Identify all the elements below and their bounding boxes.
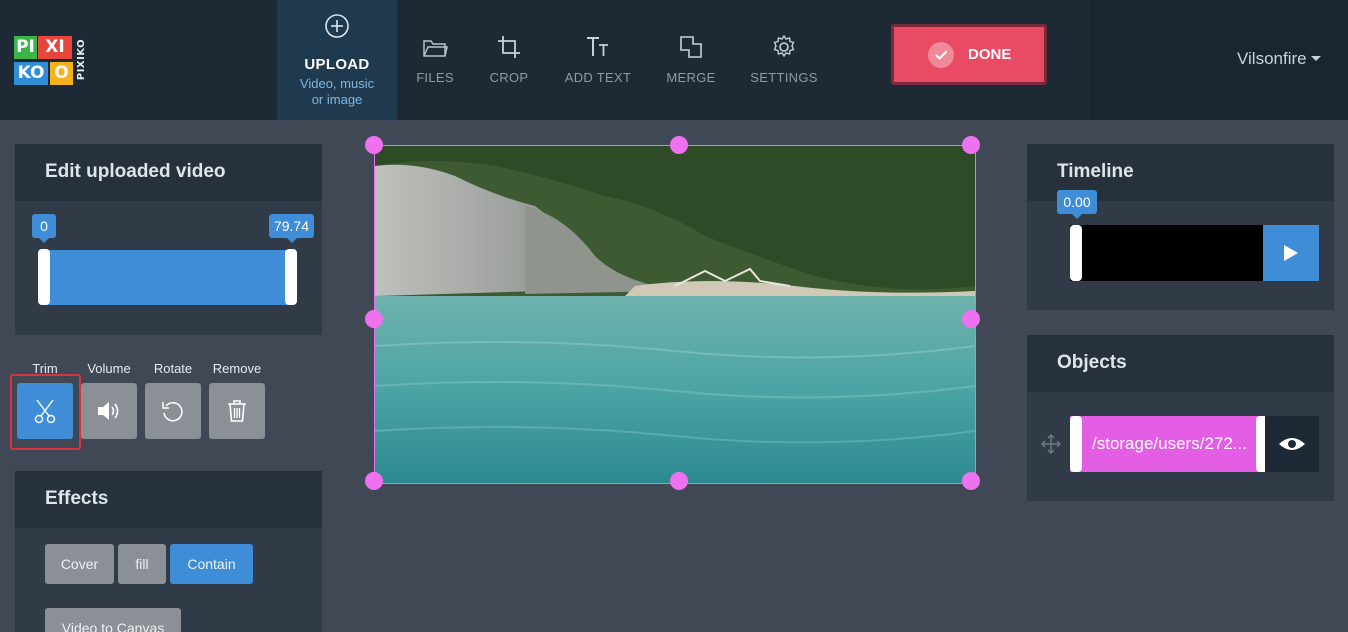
upload-label: UPLOAD [304, 56, 370, 73]
logo-tile: PI [14, 36, 37, 59]
logo-tile: O [50, 62, 73, 85]
tool-merge-label: MERGE [666, 70, 716, 85]
timeline-playhead[interactable] [1070, 225, 1082, 281]
tool-crop[interactable]: CROP [480, 0, 538, 120]
tool-add-text-label: ADD TEXT [564, 70, 632, 85]
object-path: /storage/users/272... [1092, 434, 1247, 453]
check-icon [928, 42, 954, 68]
object-start-handle[interactable] [1070, 416, 1082, 472]
volume-button[interactable] [81, 383, 137, 439]
panel-title: Edit uploaded video [45, 161, 226, 182]
gear-icon [773, 34, 795, 58]
trim-end-value: 79.74 [269, 214, 314, 243]
timeline-time: 0.00 [1057, 190, 1097, 219]
timeline-track[interactable] [1070, 225, 1263, 281]
effect-video-to-canvas-button[interactable]: Video to Canvas [45, 608, 181, 632]
speaker-icon [98, 402, 119, 420]
done-label: DONE [968, 46, 1012, 63]
play-button[interactable] [1263, 225, 1319, 281]
done-button[interactable]: DONE [891, 24, 1047, 85]
resize-handle[interactable] [962, 136, 980, 154]
move-icon[interactable] [1040, 433, 1062, 455]
crop-icon [498, 36, 520, 58]
effect-cover-button[interactable]: Cover [45, 544, 114, 584]
tool-settings-label: SETTINGS [750, 70, 818, 85]
object-item[interactable]: /storage/users/272... [1070, 416, 1265, 472]
logo-wordmark: PIXIKO [76, 38, 88, 81]
tool-settings[interactable]: SETTINGS [748, 0, 820, 120]
trim-end-handle[interactable] [285, 249, 297, 305]
eye-icon [1279, 438, 1305, 450]
logo-tile: KO [14, 62, 48, 85]
user-menu[interactable]: Vilsonfire [1237, 49, 1321, 69]
visibility-toggle[interactable] [1265, 416, 1319, 472]
effect-fill-button[interactable]: fill [118, 544, 166, 584]
upload-sublabel: Video, music or image [299, 76, 375, 107]
trim-button[interactable] [17, 383, 73, 439]
panel-header: Effects [15, 471, 322, 528]
trash-icon [228, 400, 246, 422]
folder-icon [423, 40, 448, 57]
rotate-icon [162, 402, 183, 422]
panel-title: Objects [1057, 352, 1127, 373]
caret-down-icon [1310, 56, 1321, 61]
panel-header: Objects [1027, 335, 1334, 392]
resize-handle[interactable] [962, 472, 980, 490]
resize-handle[interactable] [365, 310, 383, 328]
rotate-button[interactable] [145, 383, 201, 439]
panel-header: Edit uploaded video [15, 144, 322, 201]
plus-circle-icon [325, 14, 349, 38]
trim-start-value: 0 [32, 214, 56, 243]
top-toolbar: PI XI KO O PIXIKO UPLOAD Video, music or… [0, 0, 1348, 120]
username: Vilsonfire [1237, 49, 1307, 68]
resize-handle[interactable] [670, 472, 688, 490]
edit-video-panel: Edit uploaded video [15, 144, 322, 335]
scissors-icon [34, 399, 56, 424]
trim-start-handle[interactable] [38, 249, 50, 305]
tool-add-text[interactable]: ADD TEXT [558, 0, 638, 120]
rotate-label: Rotate [153, 361, 193, 376]
resize-handle[interactable] [670, 136, 688, 154]
panel-title: Timeline [1057, 161, 1134, 182]
video-canvas[interactable] [374, 145, 976, 484]
tool-files[interactable]: FILES [405, 0, 465, 120]
effect-contain-button[interactable]: Contain [170, 544, 253, 584]
panel-title: Effects [45, 488, 109, 509]
tool-files-label: FILES [416, 70, 454, 85]
upload-button[interactable]: UPLOAD Video, music or image [277, 0, 397, 120]
pixiko-logo[interactable]: PI XI KO O PIXIKO [14, 36, 88, 86]
text-icon [587, 37, 608, 56]
volume-label: Volume [87, 361, 131, 376]
merge-icon [680, 36, 702, 58]
remove-button[interactable] [209, 383, 265, 439]
trim-range-slider[interactable] [44, 250, 291, 305]
resize-handle[interactable] [365, 472, 383, 490]
logo-tile: XI [38, 36, 72, 59]
resize-handle[interactable] [962, 310, 980, 328]
play-icon [1284, 245, 1298, 261]
remove-label: Remove [212, 361, 262, 376]
tool-crop-label: CROP [489, 70, 529, 85]
video-frame [375, 146, 975, 483]
resize-handle[interactable] [365, 136, 383, 154]
tool-merge[interactable]: MERGE [660, 0, 722, 120]
